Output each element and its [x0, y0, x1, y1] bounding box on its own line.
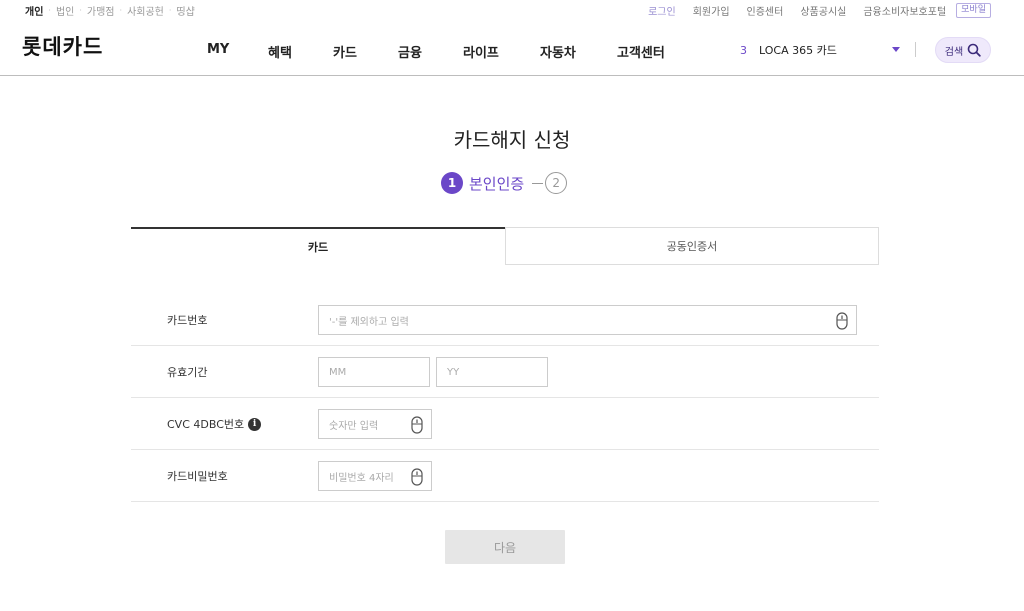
separator-dot: ·: [119, 6, 123, 15]
tab-card[interactable]: 카드: [131, 227, 505, 265]
password-placeholder: 비밀번호 4자리: [329, 472, 394, 484]
page-title: 카드해지 신청: [453, 128, 571, 152]
chevron-down-icon[interactable]: [892, 47, 900, 52]
nav-benefits[interactable]: 혜택: [268, 42, 292, 61]
promo-text: LOCA 365 카드: [759, 44, 837, 57]
card-number-placeholder: '-'를 제외하고 입력: [329, 316, 409, 328]
nav-finance[interactable]: 금융: [398, 42, 422, 61]
step-1-label: 본인인증: [469, 174, 525, 193]
cvc-row: CVC 4DBC번호 i 숫자만 입력: [131, 398, 879, 450]
mobile-button[interactable]: 모바일: [956, 3, 991, 18]
promo-number: 3: [740, 43, 747, 57]
segment-social[interactable]: 사회공헌: [127, 3, 164, 18]
nav-my[interactable]: MY: [207, 42, 229, 57]
step-2-badge: 2: [545, 172, 568, 194]
separator-dot: ·: [48, 6, 51, 15]
signup-link[interactable]: 회원가입: [693, 3, 730, 18]
segment-nav: 개인 · 법인 · 가맹점 · 사회공헌 · 띵샵: [25, 3, 195, 18]
info-icon[interactable]: i: [248, 417, 262, 431]
mouse-icon[interactable]: [411, 468, 423, 486]
password-label: 카드비밀번호: [167, 470, 228, 483]
segment-corporate[interactable]: 법인: [56, 3, 74, 18]
product-disclosure-link[interactable]: 상품공시실: [800, 3, 846, 18]
year-placeholder: YY: [447, 366, 460, 378]
step-1-badge: 1: [441, 172, 463, 194]
mouse-icon[interactable]: [411, 416, 423, 434]
card-number-row: 카드번호 '-'를 제외하고 입력: [131, 294, 879, 346]
nav-card[interactable]: 카드: [333, 42, 357, 61]
expiry-year-input[interactable]: YY: [436, 357, 548, 387]
expiry-month-input[interactable]: MM: [318, 357, 430, 387]
auth-center-link[interactable]: 인증센터: [747, 3, 784, 18]
segment-merchant[interactable]: 가맹점: [87, 3, 115, 18]
segment-personal[interactable]: 개인: [25, 3, 43, 18]
step-indicator: 1 본인인증 2: [441, 172, 568, 194]
nav-auto[interactable]: 자동차: [540, 42, 576, 61]
card-number-label: 카드번호: [167, 314, 208, 327]
card-number-input[interactable]: '-'를 제외하고 입력: [318, 305, 857, 335]
cvc-label: CVC 4DBC번호: [167, 418, 245, 431]
top-utility-bar: 개인 · 법인 · 가맹점 · 사회공헌 · 띵샵 로그인 회원가입 인증센터 …: [0, 0, 1024, 20]
cvc-placeholder: 숫자만 입력: [329, 420, 379, 432]
auth-method-tabs: 카드 공동인증서: [131, 227, 879, 265]
next-button[interactable]: 다음: [445, 530, 565, 564]
tab-certificate[interactable]: 공동인증서: [505, 227, 879, 265]
mouse-icon[interactable]: [836, 312, 848, 330]
separator-dot: ·: [168, 6, 172, 15]
cvc-label-wrap: CVC 4DBC번호 i: [167, 398, 262, 450]
search-label: 검색: [944, 46, 964, 58]
consumer-protection-link[interactable]: 금융소비자보호포털: [863, 3, 946, 18]
login-link[interactable]: 로그인: [648, 3, 676, 18]
nav-customer-center[interactable]: 고객센터: [617, 42, 665, 61]
promo-rolling[interactable]: 3 LOCA 365 카드: [740, 42, 837, 58]
expiry-row: 유효기간 MM YY: [131, 346, 879, 398]
segment-shop[interactable]: 띵샵: [176, 3, 194, 18]
search-icon: [967, 43, 981, 57]
password-row: 카드비밀번호 비밀번호 4자리: [131, 450, 879, 502]
divider: [915, 42, 916, 57]
main-header: 롯데카드 MY 혜택 카드 금융 라이프 자동차 고객센터 3 LOCA 365…: [0, 20, 1024, 76]
month-placeholder: MM: [329, 366, 347, 378]
search-button[interactable]: 검색: [935, 37, 991, 63]
utility-links: 로그인 회원가입 인증센터 상품공시실 금융소비자보호포털 모바일: [631, 3, 991, 18]
main-nav: MY 혜택 카드 금융 라이프 자동차 고객센터: [0, 42, 1024, 62]
nav-life[interactable]: 라이프: [463, 42, 499, 61]
step-connector: [532, 182, 544, 184]
separator-dot: ·: [79, 6, 82, 15]
expiry-label: 유효기간: [167, 366, 208, 379]
cvc-input[interactable]: 숫자만 입력: [318, 409, 432, 439]
password-input[interactable]: 비밀번호 4자리: [318, 461, 432, 491]
